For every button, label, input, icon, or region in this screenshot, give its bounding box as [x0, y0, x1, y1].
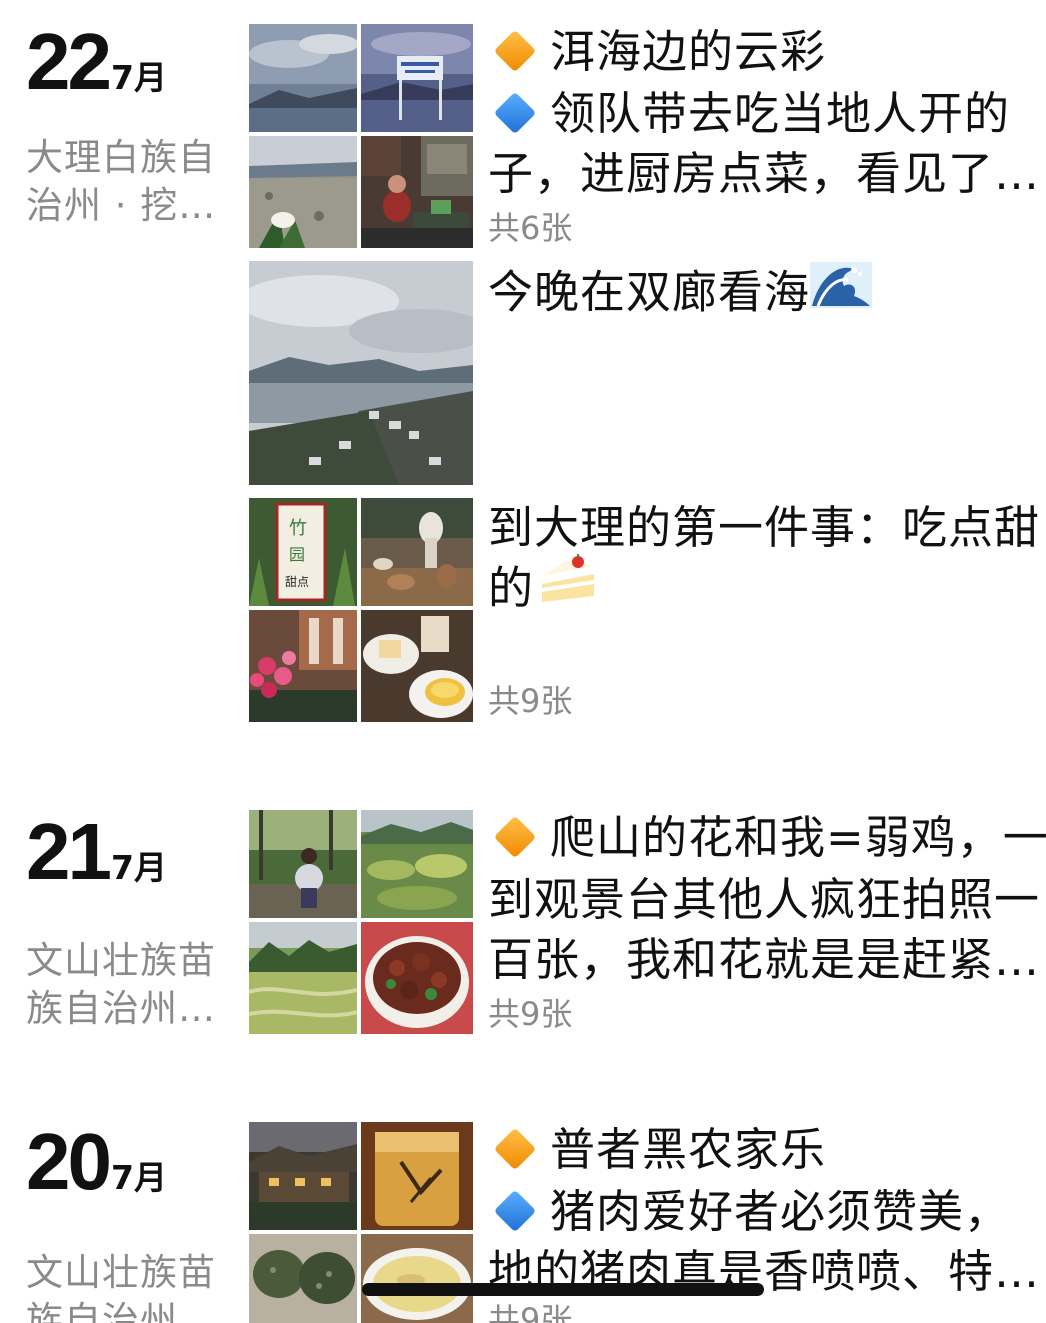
wave-emoji-icon	[810, 256, 873, 323]
photo-thumbnail[interactable]	[249, 610, 357, 722]
photo-thumbnail[interactable]	[361, 498, 473, 606]
location-line: 族自治州…	[26, 987, 216, 1030]
photo-thumbnail[interactable]	[361, 136, 473, 248]
orange-diamond-icon	[493, 815, 537, 859]
photo-thumbnail[interactable]	[249, 810, 357, 918]
post-text-line[interactable]: 的	[488, 554, 598, 625]
orange-diamond-icon	[493, 1127, 537, 1171]
date-header-22: 227月	[26, 22, 167, 102]
photo-thumbnail[interactable]	[249, 136, 357, 248]
post-text-line[interactable]: 猪肉爱好者必须赞美，	[488, 1182, 1010, 1242]
photo-count: 共9张	[488, 682, 573, 720]
post-text-line[interactable]: 领队带去吃当地人开的	[488, 84, 1010, 144]
location-line: 大理白族自	[26, 136, 216, 179]
date-month: 7月	[110, 848, 167, 887]
date-day: 21	[26, 807, 112, 896]
photo-thumbnail[interactable]	[249, 1234, 357, 1323]
location-label[interactable]: 大理白族自 治州 · 挖…	[26, 134, 226, 230]
post-text-line[interactable]: 百张，我和花就是是赶紧…	[488, 930, 1040, 990]
blue-diamond-icon	[493, 91, 537, 135]
date-month: 7月	[110, 1158, 167, 1197]
post-text: 的	[488, 561, 535, 615]
svg-text:园: 园	[289, 545, 305, 564]
photo-thumbnail[interactable]	[249, 922, 357, 1034]
post-text: 洱海边的云彩	[550, 25, 827, 78]
photo-thumbnail[interactable]	[361, 1234, 473, 1323]
blue-diamond-icon	[493, 1189, 537, 1233]
photo-thumbnail[interactable]: 竹 园 甜点	[249, 498, 357, 606]
post-text: 领队带去吃当地人开的	[550, 87, 1011, 140]
post-text-line[interactable]: 到观景台其他人疯狂拍照一	[488, 870, 1040, 930]
post-text: 爬山的花和我=弱鸡，一	[550, 811, 1046, 864]
photo-count: 共9张	[488, 1301, 573, 1323]
photo-thumbnail[interactable]	[249, 24, 357, 132]
location-line: 族自治州	[26, 1299, 178, 1323]
date-header-21: 217月	[26, 812, 167, 892]
orange-diamond-icon	[493, 29, 537, 73]
post-text-line[interactable]: 今晚在双廊看海	[488, 262, 873, 329]
location-line: 文山壮族苗	[26, 939, 216, 982]
photo-thumbnail[interactable]	[361, 922, 473, 1034]
moments-album-page: 227月 大理白族自 治州 · 挖… 洱海边的云彩 领队带去吃当地人开的 子，进…	[0, 0, 1046, 1323]
svg-text:甜点: 甜点	[285, 575, 309, 589]
post-text-line[interactable]: 到大理的第一件事：吃点甜	[488, 498, 1040, 558]
post-text: 猪肉爱好者必须赞美，	[550, 1185, 1011, 1238]
photo-thumbnail[interactable]	[361, 610, 473, 722]
photo-thumbnail[interactable]	[361, 24, 473, 132]
svg-text:竹: 竹	[289, 518, 307, 539]
location-line: 文山壮族苗	[26, 1251, 216, 1294]
post-text: 今晚在双廊看海	[488, 265, 811, 319]
date-day: 20	[26, 1117, 112, 1206]
home-indicator-bar[interactable]	[362, 1283, 764, 1296]
cake-emoji-icon	[538, 552, 598, 619]
photo-thumbnail[interactable]	[249, 1122, 357, 1230]
post-text-line[interactable]: 爬山的花和我=弱鸡，一	[488, 808, 1046, 868]
date-month: 7月	[110, 58, 167, 97]
location-line: 治州 · 挖…	[26, 184, 217, 227]
post-text: 子，进厨房点菜，看见了…	[488, 147, 1041, 200]
post-text: 百张，我和花就是是赶紧…	[488, 933, 1041, 986]
date-day: 22	[26, 17, 112, 106]
post-text: 普者黑农家乐	[550, 1123, 827, 1176]
date-header-20: 207月	[26, 1122, 167, 1202]
location-label[interactable]: 文山壮族苗 族自治州…	[26, 937, 226, 1033]
photo-count: 共9张	[488, 995, 573, 1033]
location-label[interactable]: 文山壮族苗 族自治州	[26, 1249, 226, 1323]
photo-thumbnail[interactable]	[361, 1122, 473, 1230]
post-text: 到观景台其他人疯狂拍照一	[488, 873, 1041, 926]
photo-thumbnail[interactable]	[361, 810, 473, 918]
post-text: 到大理的第一件事：吃点甜	[488, 501, 1041, 554]
post-text-line[interactable]: 普者黑农家乐	[488, 1120, 826, 1180]
post-text-line[interactable]: 洱海边的云彩	[488, 22, 826, 82]
post-text-line[interactable]: 子，进厨房点菜，看见了…	[488, 144, 1040, 204]
photo-count: 共6张	[488, 209, 573, 247]
photo-thumbnail[interactable]	[249, 261, 473, 485]
